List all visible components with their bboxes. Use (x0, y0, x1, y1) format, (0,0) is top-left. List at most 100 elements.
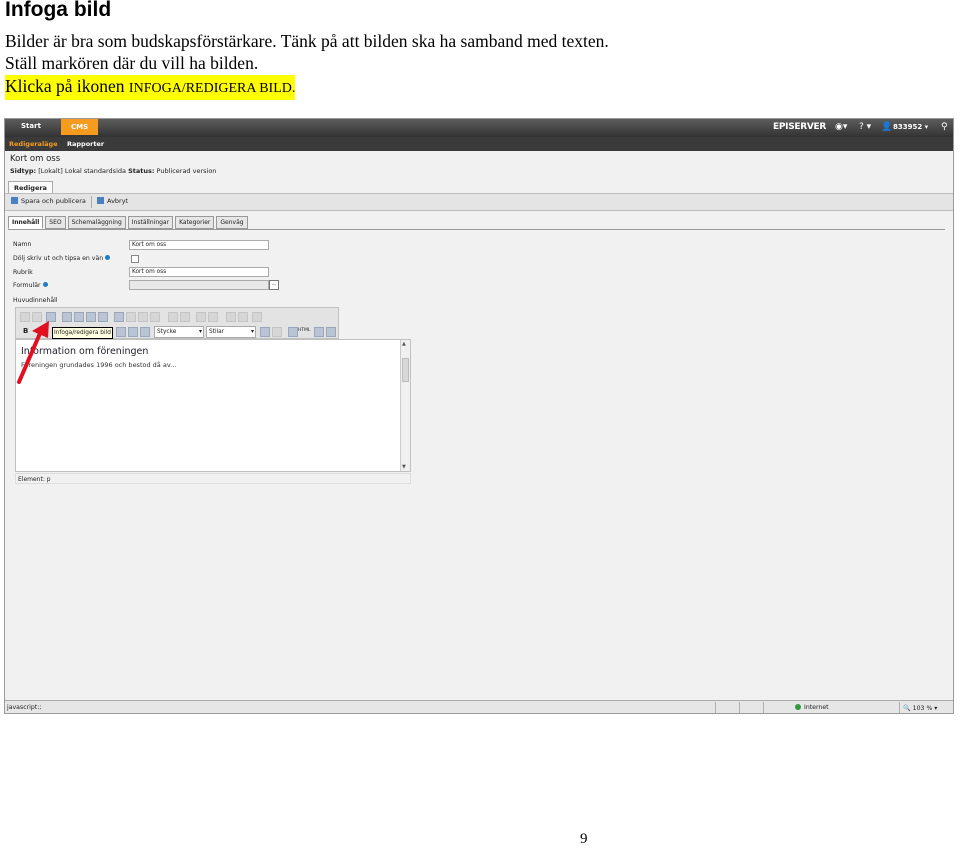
info-icon (42, 282, 48, 287)
cleanup-icon[interactable] (288, 327, 298, 337)
form-browse-button[interactable]: ... (269, 280, 279, 290)
anchor-icon[interactable] (74, 312, 84, 322)
hide-print-tip-checkbox[interactable] (131, 255, 139, 263)
undo-icon[interactable] (260, 327, 270, 337)
cancel-button[interactable]: Avbryt (97, 197, 128, 205)
page-info: Sidtyp: [Lokalt] Lokal standardsida Stat… (10, 167, 216, 175)
split-cells-icon[interactable] (180, 312, 190, 322)
merge-cells-icon[interactable] (168, 312, 178, 322)
hide-print-tip-label: Dölj skriv ut och tipsa en vän (13, 255, 111, 262)
status-separator (899, 702, 900, 713)
tab-divider (8, 229, 945, 230)
help-icon[interactable]: ? ▾ (859, 122, 871, 132)
tab-innehall[interactable]: Innehåll (8, 216, 44, 229)
editor-paragraph: Föreningen grundades 1996 och bestod då … (21, 361, 177, 369)
scroll-thumb[interactable] (402, 358, 409, 382)
save-icon (11, 197, 18, 204)
status-separator (739, 702, 740, 713)
editor-scrollbar[interactable]: ▲ ▼ (400, 340, 410, 471)
insert-col-icon[interactable] (226, 312, 236, 322)
episerver-logo: EPISERVER (773, 122, 826, 132)
heading-label: Rubrik (13, 269, 33, 276)
redo-icon[interactable] (272, 327, 282, 337)
paragraph-format-select[interactable]: Stycke (154, 326, 204, 338)
italic-button[interactable]: I (36, 327, 39, 335)
browser-status-bar: javascript:; Internet 🔍 103 % ▾ (5, 700, 953, 713)
element-path: Element: p (15, 473, 411, 484)
insert-row-icon[interactable] (196, 312, 206, 322)
form-label: Formulär (13, 282, 48, 289)
styles-select[interactable]: Stilar (206, 326, 256, 338)
user-menu[interactable]: 833952 ▾ (893, 123, 928, 131)
html-button[interactable]: HTML (298, 328, 311, 333)
content-tabs: Innehåll SEO Schemaläggning Inställninga… (8, 216, 250, 229)
user-icon: 👤 (881, 122, 893, 132)
table-row-icon[interactable] (126, 312, 136, 322)
start-tab[interactable]: Start (13, 120, 49, 132)
document-title: Infoga bild (5, 0, 112, 21)
heading-field[interactable]: Kort om oss (129, 267, 269, 277)
save-publish-button[interactable]: Spara och publicera (11, 197, 86, 205)
horizontal-rule-icon[interactable] (140, 327, 150, 337)
click-instruction-command: INFOGA/REDIGERA BILD. (128, 81, 296, 96)
click-instruction-prefix: Klicka på ikonen (5, 76, 129, 96)
scroll-down-icon[interactable]: ▼ (402, 464, 406, 470)
action-separator (91, 196, 92, 208)
status-separator (715, 702, 716, 713)
page-type-label: Sidtyp: (10, 167, 37, 175)
globe-icon (795, 704, 801, 710)
paste-icon[interactable] (86, 312, 96, 322)
fullscreen-icon[interactable] (314, 327, 324, 337)
table-col-icon[interactable] (138, 312, 148, 322)
form-field (129, 280, 269, 290)
numbered-list-icon[interactable] (128, 327, 138, 337)
top-navigation-bar: Start CMS EPISERVER ◉▾ ? ▾ 👤 833952 ▾ ⚲ (5, 119, 953, 137)
page-title: Kort om oss (10, 154, 61, 164)
delete-col-icon[interactable] (238, 312, 248, 322)
info-icon (105, 255, 111, 260)
reports-link[interactable]: Rapporter (67, 140, 104, 148)
spellcheck-icon[interactable] (326, 327, 336, 337)
help-label: ? (859, 122, 864, 132)
cursor-instruction: Ställ markören där du vill ha bilden. (5, 53, 259, 73)
delete-row-icon[interactable] (208, 312, 218, 322)
table-cell-icon[interactable] (150, 312, 160, 322)
status-label: Status: (128, 167, 155, 175)
mode-bar: Redigeraläge Rapporter (5, 137, 953, 151)
hide-print-tip-text: Dölj skriv ut och tipsa en vän (13, 255, 104, 262)
intro-paragraph: Bilder är bra som budskapsförstärkare. T… (5, 31, 609, 51)
editor-toolbar: B I Infoga/redigera bild Stycke Stilar H… (15, 307, 339, 339)
click-instruction: Klicka på ikonen INFOGA/REDIGERA BILD. (5, 75, 296, 100)
rich-text-editor[interactable]: Information om föreningen Föreningen gru… (15, 339, 411, 472)
editor-heading: Information om föreningen (21, 346, 149, 357)
cms-tab[interactable]: CMS (61, 119, 99, 135)
status-separator (763, 702, 764, 713)
cut-icon[interactable] (20, 312, 30, 322)
tab-seo[interactable]: SEO (45, 216, 66, 229)
name-field[interactable]: Kort om oss (129, 240, 269, 250)
insert-edit-image-icon[interactable] (46, 312, 56, 322)
edit-mode-link[interactable]: Redigeraläge (9, 140, 58, 148)
eye-icon[interactable]: ◉▾ (835, 122, 847, 132)
form-label-text: Formulär (13, 282, 41, 289)
security-zone-label: Internet (804, 704, 829, 711)
tab-kategorier[interactable]: Kategorier (175, 216, 215, 229)
tab-schemalaggning[interactable]: Schemaläggning (67, 216, 126, 229)
search-icon[interactable]: ⚲ (941, 122, 948, 132)
scroll-up-icon[interactable]: ▲ (402, 341, 406, 347)
tab-installningar[interactable]: Inställningar (127, 216, 174, 229)
bold-button[interactable]: B (23, 327, 28, 335)
main-content-label: Huvudinnehåll (13, 297, 58, 304)
link-icon[interactable] (62, 312, 72, 322)
zoom-level[interactable]: 🔍 103 % ▾ (903, 704, 937, 712)
table-delete-icon[interactable] (252, 312, 262, 322)
zoom-value: 103 % (912, 705, 933, 712)
tab-genvag[interactable]: Genväg (216, 216, 248, 229)
status-value: Publicerad version (156, 167, 217, 175)
paste-text-icon[interactable] (98, 312, 108, 322)
user-id: 833952 (893, 123, 923, 131)
save-publish-label: Spara och publicera (21, 197, 86, 205)
copy-icon[interactable] (32, 312, 42, 322)
bullet-list-icon[interactable] (116, 327, 126, 337)
table-icon[interactable] (114, 312, 124, 322)
